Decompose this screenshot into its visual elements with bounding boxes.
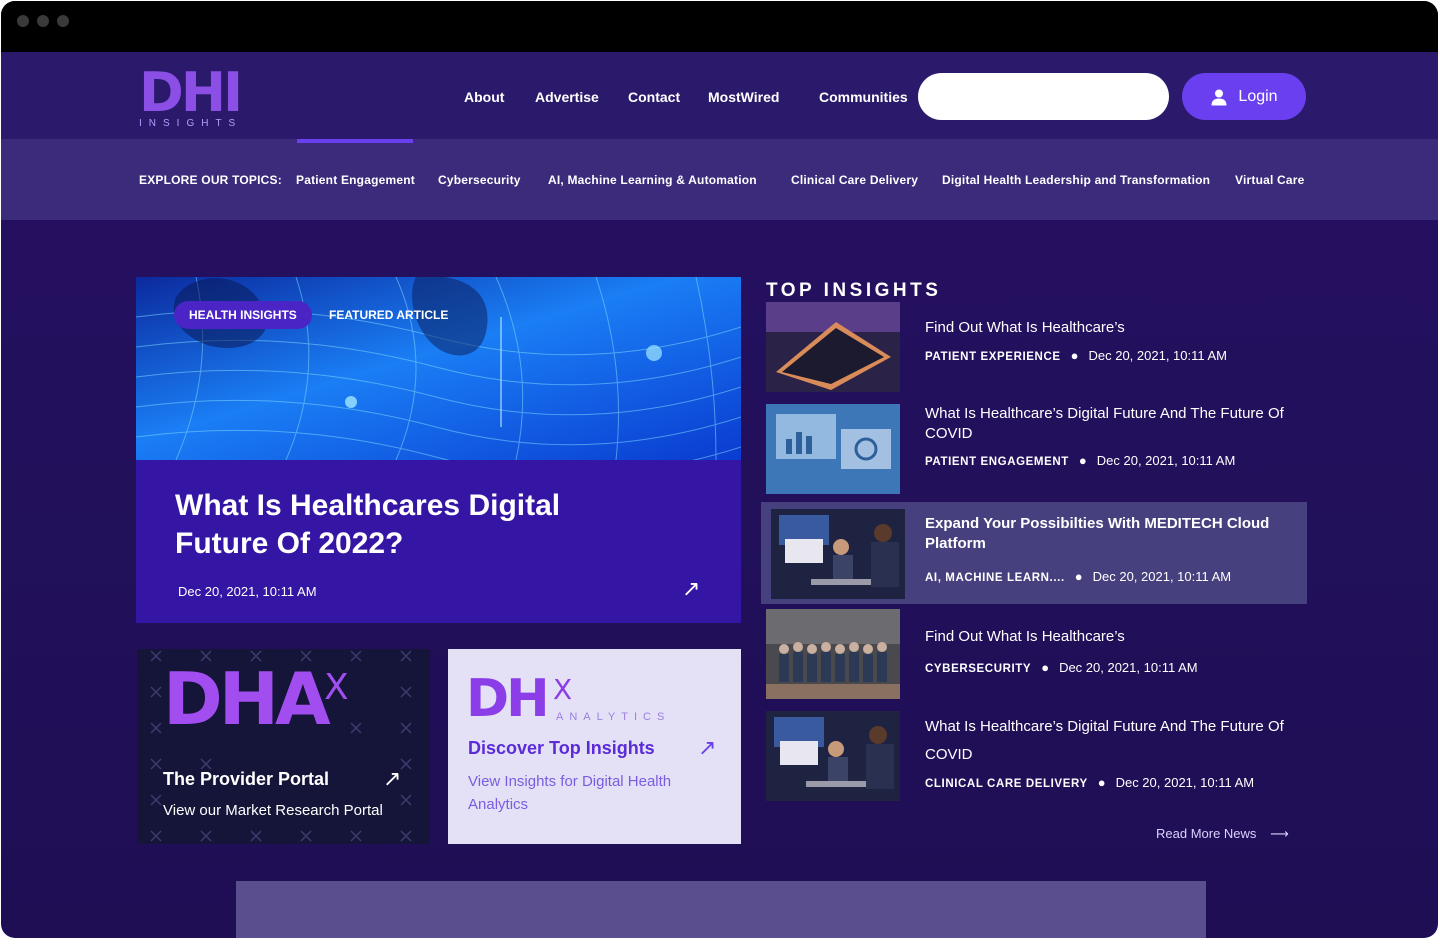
featured-article-title[interactable]: What Is Healthcares Digital Future Of 20… bbox=[175, 487, 595, 563]
login-label: Login bbox=[1238, 87, 1278, 105]
news-thumbnail-phone[interactable] bbox=[766, 302, 900, 392]
provider-portal-subtitle: View our Market Research Portal bbox=[163, 802, 383, 819]
topic-digital-health-leadership[interactable]: Digital Health Leadership and Transforma… bbox=[942, 173, 1210, 187]
window-titlebar bbox=[1, 1, 1438, 52]
active-topic-indicator bbox=[297, 139, 413, 143]
news-item-date: Dec 20, 2021, 10:11 AM bbox=[1092, 569, 1232, 584]
news-item-date: Dec 20, 2021, 10:11 AM bbox=[1059, 660, 1198, 675]
news-item-date: Dec 20, 2021, 10:11 AM bbox=[1088, 348, 1228, 363]
topic-ai-machine-learning[interactable]: AI, Machine Learning & Automation bbox=[548, 173, 757, 187]
ad-banner-placeholder[interactable] bbox=[236, 881, 1206, 938]
provider-portal-title: The Provider Portal bbox=[163, 769, 330, 789]
health-insights-tag[interactable]: HEALTH INSIGHTS bbox=[174, 301, 312, 329]
news-item-meta: PATIENT ENGAGEMENT ● Dec 20, 2021, 10:11 A… bbox=[925, 453, 1235, 468]
search-input[interactable] bbox=[918, 73, 1169, 120]
news-item-meta: AI, MACHINE LEARN.... ● Dec 20, 2021, 10:1… bbox=[925, 569, 1231, 584]
news-item-date: Dec 20, 2021, 10:11 AM bbox=[1096, 453, 1236, 468]
site-header: DHI INSIGHTS About Advertise Contact Mos… bbox=[1, 52, 1438, 139]
window-close-dot[interactable] bbox=[17, 15, 29, 27]
bullet-separator: ● bbox=[1070, 348, 1079, 363]
news-thumbnail-charts[interactable] bbox=[766, 404, 900, 494]
topic-clinical-care-delivery[interactable]: Clinical Care Delivery bbox=[791, 173, 918, 187]
login-button[interactable]: Login bbox=[1182, 73, 1306, 120]
arrow-up-right-icon[interactable]: ↗ bbox=[698, 736, 716, 761]
topic-virtual-care[interactable]: Virtual Care bbox=[1235, 173, 1305, 187]
news-item-title[interactable]: What Is Healthcare’s Digital Future And … bbox=[925, 713, 1310, 769]
provider-portal-card[interactable]: DHA X The Provider Portal ↗ View our Mar… bbox=[137, 649, 430, 844]
window-maximize-dot[interactable] bbox=[57, 15, 69, 27]
topics-label: EXPLORE OUR TOPICS: bbox=[139, 173, 282, 187]
news-thumbnail-office[interactable] bbox=[771, 509, 905, 599]
nav-communities[interactable]: Communities bbox=[819, 89, 908, 105]
analytics-logo-x: X bbox=[553, 673, 573, 706]
analytics-logo-subtitle: ANALYTICS bbox=[556, 711, 671, 723]
discover-insights-subtitle: View Insights for Digital Health Analyti… bbox=[468, 773, 672, 813]
analytics-logo: DH bbox=[466, 669, 550, 729]
news-thumbnail-office[interactable] bbox=[766, 711, 900, 801]
read-more-label: Read More News bbox=[1156, 826, 1257, 841]
news-item-title[interactable]: What Is Healthcare’s Digital Future And … bbox=[925, 404, 1310, 444]
news-item-category[interactable]: AI, MACHINE LEARN.... bbox=[925, 572, 1065, 584]
browser-window: DHI INSIGHTS About Advertise Contact Mos… bbox=[1, 1, 1438, 938]
news-item-category[interactable]: PATIENT ENGAGEMENT bbox=[925, 456, 1069, 468]
topic-cybersecurity[interactable]: Cybersecurity bbox=[438, 173, 521, 187]
featured-article-date: Dec 20, 2021, 10:11 AM bbox=[178, 584, 317, 599]
news-item-category[interactable]: PATIENT EXPERIENCE bbox=[925, 351, 1061, 363]
logo-subtitle: INSIGHTS bbox=[139, 118, 243, 129]
arrow-right-icon: ⟶ bbox=[1270, 827, 1289, 842]
top-insights-heading: TOP INSIGHTS bbox=[766, 280, 942, 301]
dhax-logo-x: X bbox=[324, 667, 349, 708]
news-thumbnail-team[interactable] bbox=[766, 609, 900, 699]
window-minimize-dot[interactable] bbox=[37, 15, 49, 27]
discover-insights-title: Discover Top Insights bbox=[468, 738, 655, 758]
news-item-meta: CLINICAL CARE DELIVERY ● Dec 20, 2021, 10:… bbox=[925, 775, 1254, 790]
nav-contact[interactable]: Contact bbox=[628, 89, 680, 105]
read-more-news-link[interactable]: Read More News ⟶ bbox=[1156, 826, 1289, 842]
news-item-date: Dec 20, 2021, 10:11 AM bbox=[1115, 775, 1255, 790]
bullet-separator: ● bbox=[1041, 660, 1050, 675]
news-item-category[interactable]: CLINICAL CARE DELIVERY bbox=[925, 778, 1088, 790]
featured-article-label: FEATURED ARTICLE bbox=[329, 308, 449, 322]
featured-article-card[interactable]: HEALTH INSIGHTS FEATURED ARTICLE What Is… bbox=[136, 277, 741, 623]
news-item-title[interactable]: Expand Your Possibilties With MEDITECH C… bbox=[925, 514, 1310, 554]
news-item-title[interactable]: Find Out What Is Healthcare’s bbox=[925, 627, 1310, 647]
nav-advertise[interactable]: Advertise bbox=[535, 89, 599, 105]
news-item-category[interactable]: CYBERSECURITY bbox=[925, 663, 1031, 675]
arrow-up-right-icon[interactable]: ↗ bbox=[383, 767, 401, 792]
nav-about[interactable]: About bbox=[464, 89, 504, 105]
logo-text: DHI bbox=[139, 61, 243, 124]
news-item-title[interactable]: Find Out What Is Healthcare’s bbox=[925, 318, 1310, 338]
bullet-separator: ● bbox=[1097, 775, 1106, 790]
news-item-meta: PATIENT EXPERIENCE ● Dec 20, 2021, 10:11 A… bbox=[925, 348, 1227, 363]
news-item-meta: CYBERSECURITY ● Dec 20, 2021, 10:11 AM bbox=[925, 660, 1198, 675]
bullet-separator: ● bbox=[1074, 569, 1083, 584]
dhax-logo: DHA bbox=[163, 657, 331, 741]
topics-bar: EXPLORE OUR TOPICS: Patient Engagement C… bbox=[1, 139, 1438, 220]
analytics-card[interactable]: DH X ANALYTICS Discover Top Insights ↗ V… bbox=[448, 649, 741, 844]
user-icon bbox=[1211, 89, 1227, 105]
arrow-up-right-icon[interactable]: ↗ bbox=[682, 577, 700, 602]
dhi-logo[interactable]: DHI INSIGHTS bbox=[139, 61, 249, 131]
topic-patient-engagement[interactable]: Patient Engagement bbox=[296, 173, 415, 187]
bullet-separator: ● bbox=[1078, 453, 1087, 468]
nav-mostwired[interactable]: MostWired bbox=[708, 89, 779, 105]
